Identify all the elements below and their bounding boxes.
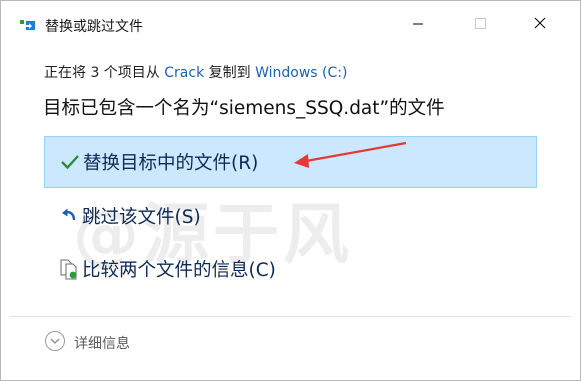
- checkmark-icon: [61, 155, 79, 170]
- destination-folder-link[interactable]: Windows (C:): [255, 65, 347, 81]
- message-middle: 复制到: [204, 65, 256, 81]
- close-icon[interactable]: [525, 11, 555, 35]
- file-move-icon: [20, 20, 35, 30]
- title-bar: 替换或跳过文件: [1, 1, 580, 47]
- footer-divider: [10, 316, 571, 317]
- window-title: 替换或跳过文件: [45, 19, 143, 35]
- minimize-icon[interactable]: [403, 11, 433, 35]
- maximize-icon[interactable]: [465, 11, 495, 35]
- compare-files-option[interactable]: 比较两个文件的信息(C): [44, 244, 537, 296]
- replace-or-skip-dialog: 替换或跳过文件 正在将 3 个项目从 Crack 复制到 Windows (C:…: [0, 0, 581, 381]
- replace-file-option[interactable]: 替换目标中的文件(R): [44, 136, 537, 188]
- skip-arrow-icon: [62, 208, 76, 221]
- message-prefix: 正在将 3 个项目从: [44, 65, 165, 81]
- chevron-down-icon: [50, 338, 60, 344]
- skip-file-label: 跳过该文件(S): [82, 207, 201, 228]
- copy-progress-message: 正在将 3 个项目从 Crack 复制到 Windows (C:): [44, 62, 347, 82]
- source-folder-link[interactable]: Crack: [164, 65, 204, 81]
- skip-file-option[interactable]: 跳过该文件(S): [44, 191, 537, 243]
- compare-files-icon: [60, 259, 77, 280]
- more-details-label: 详细信息: [74, 336, 130, 352]
- compare-files-label: 比较两个文件的信息(C): [82, 260, 276, 281]
- conflict-headline: 目标已包含一个名为“siemens_SSQ.dat”的文件: [43, 98, 445, 119]
- replace-file-label: 替换目标中的文件(R): [83, 153, 259, 174]
